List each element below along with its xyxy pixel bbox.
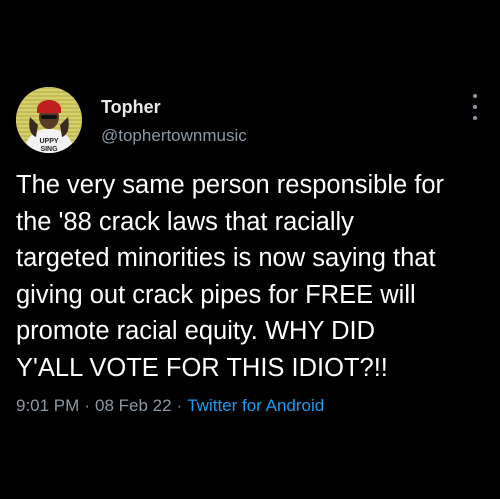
display-name[interactable]: Topher — [101, 97, 161, 118]
tweet-date[interactable]: 08 Feb 22 — [95, 396, 172, 415]
tweet-text-line: The very same person responsible for — [16, 171, 445, 199]
tweet-text-line: the '88 crack laws that racially — [16, 207, 354, 236]
profile-photo-icon: UPPY SING — [16, 87, 82, 153]
tweet-metadata: 9:01 PM · 08 Feb 22 · Twitter for Android — [16, 396, 324, 416]
tweet-text-line: targeted minorities is now saying that — [16, 244, 436, 272]
avatar[interactable]: UPPY SING — [16, 87, 82, 153]
vertical-ellipsis-icon — [473, 94, 477, 98]
meta-separator: · — [176, 396, 183, 415]
user-handle[interactable]: @tophertownmusic — [101, 126, 247, 146]
svg-text:UPPY: UPPY — [39, 138, 58, 145]
ellipsis-dot — [473, 116, 477, 120]
tweet-card: UPPY SING Topher @tophertownmusic The ve… — [0, 0, 500, 499]
tweet-source-link[interactable]: Twitter for Android — [187, 396, 324, 415]
tweet-text-line: promote racial equity. WHY DID — [16, 317, 376, 345]
more-options-button[interactable] — [465, 94, 485, 120]
tweet-text: The very same person responsible for the… — [16, 167, 486, 386]
tweet-text-line: Y'ALL VOTE FOR THIS IDIOT?!! — [16, 353, 388, 382]
ellipsis-dot — [473, 105, 477, 109]
tweet-time[interactable]: 9:01 PM — [16, 396, 79, 415]
tweet-text-line: giving out crack pipes for FREE will — [16, 280, 416, 309]
meta-separator: · — [84, 396, 90, 415]
svg-text:SING: SING — [40, 146, 58, 153]
